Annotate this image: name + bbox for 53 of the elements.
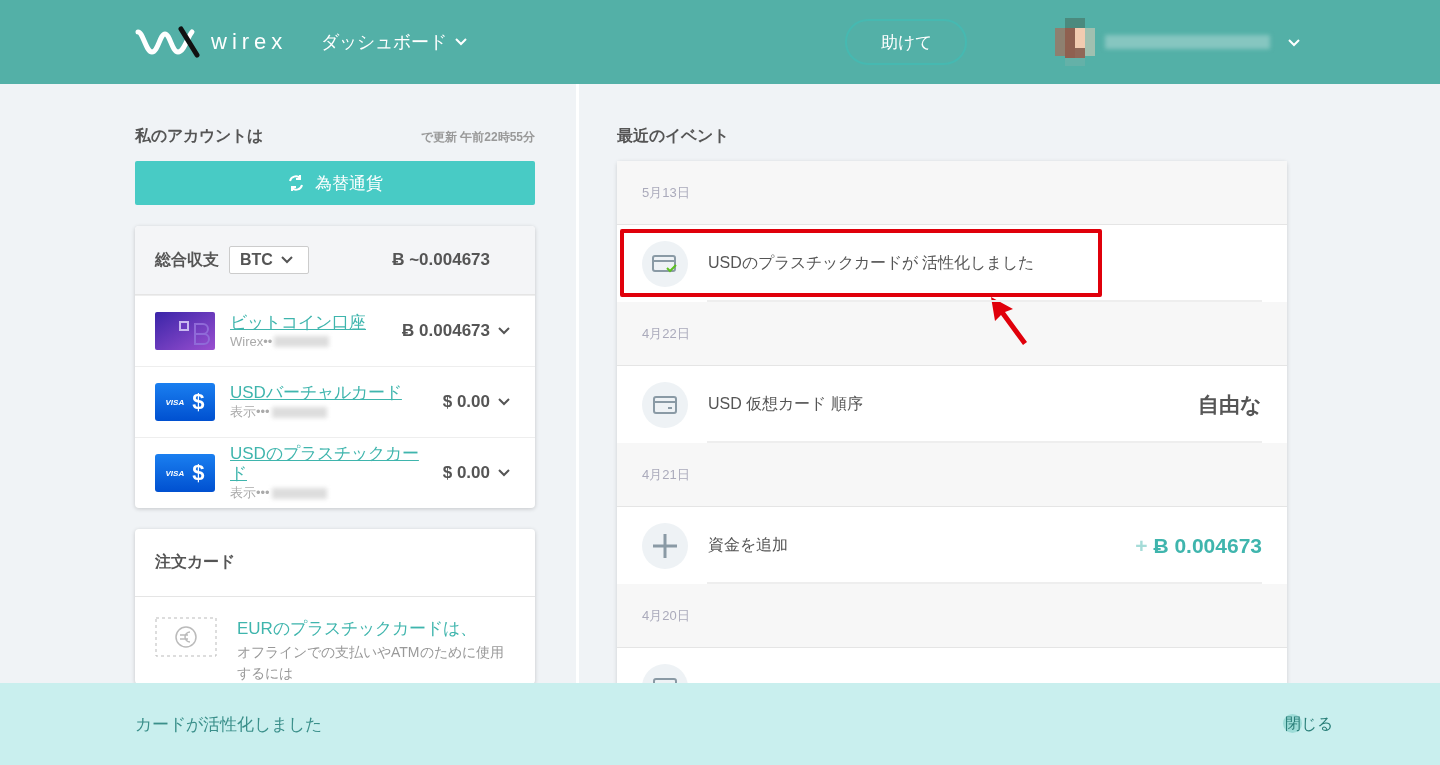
logo-icon (135, 26, 201, 58)
euro-card-icon (155, 617, 217, 657)
banner-message: カードが活性化しました (135, 713, 322, 736)
plus-icon (652, 532, 678, 559)
card-check-icon (652, 253, 678, 274)
account-balance[interactable]: $ 0.00 (442, 392, 510, 412)
order-card-title[interactable]: EURのプラスチックカードは、 (237, 617, 512, 640)
chevron-down-icon (498, 469, 510, 477)
visa-card-icon: VISA $ (155, 383, 215, 421)
event-date: 4月20日 (617, 584, 1287, 648)
event-text: 資金を追加 (708, 535, 788, 555)
chevron-down-icon (498, 398, 510, 406)
exchange-icon (287, 174, 305, 192)
total-balance: Ƀ ~0.004673 (392, 250, 490, 270)
event-amount: 自由な (1198, 391, 1262, 419)
masked-number: 表示••• (230, 403, 270, 422)
visa-card-icon: VISA $ (155, 454, 215, 492)
balance-label: 総合収支 (155, 249, 219, 270)
chevron-down-icon (280, 256, 293, 264)
card-icon (653, 395, 677, 414)
event-text: USD 仮想カード 順序 (708, 394, 863, 414)
pointer-arrow (989, 295, 1029, 347)
event-date: 4月21日 (617, 443, 1287, 507)
event-amount: + Ƀ 0.004673 (1135, 533, 1262, 558)
blurred-number (271, 487, 327, 499)
order-card-description: オフラインでの支払いやATMのために使用するには (237, 643, 505, 683)
event-date: 5月13日 (617, 161, 1287, 225)
order-cards-title: 注文カード (155, 552, 235, 572)
chevron-down-icon (455, 38, 468, 46)
account-balance[interactable]: $ 0.00 (442, 463, 510, 483)
exchange-button[interactable]: 為替通貨 (135, 161, 535, 205)
event-text: USDのプラスチックカードが 活性化しました (708, 253, 1035, 273)
dashboard-menu[interactable]: ダッシュボード (321, 30, 468, 54)
account-balance[interactable]: Ƀ 0.004673 (402, 321, 510, 341)
events-title: 最近のイベント (617, 126, 729, 146)
chevron-down-icon (498, 327, 510, 335)
currency-select[interactable]: BTC (229, 246, 309, 274)
blurred-number (271, 406, 327, 418)
chevron-down-icon (1288, 39, 1300, 47)
logo-text: wirex (211, 29, 288, 55)
help-button[interactable]: 助けて (845, 19, 967, 65)
accounts-title: 私のアカウントは (135, 126, 263, 146)
account-link[interactable]: USDバーチャルカード (230, 382, 402, 404)
masked-number: 表示••• (230, 484, 270, 503)
avatar-icon[interactable] (1055, 18, 1095, 66)
account-link[interactable]: ビットコイン口座 (230, 313, 366, 334)
bitcoin-card-icon (155, 312, 215, 350)
event-date: 4月22日 (617, 302, 1287, 366)
account-link[interactable]: USDのプラスチックカード (230, 443, 428, 485)
close-button[interactable]: 閉じる (1285, 713, 1333, 735)
masked-number: Wirex•• (230, 333, 273, 349)
updated-time: で更新 午前22時55分 (420, 129, 535, 146)
blurred-number (274, 335, 330, 347)
